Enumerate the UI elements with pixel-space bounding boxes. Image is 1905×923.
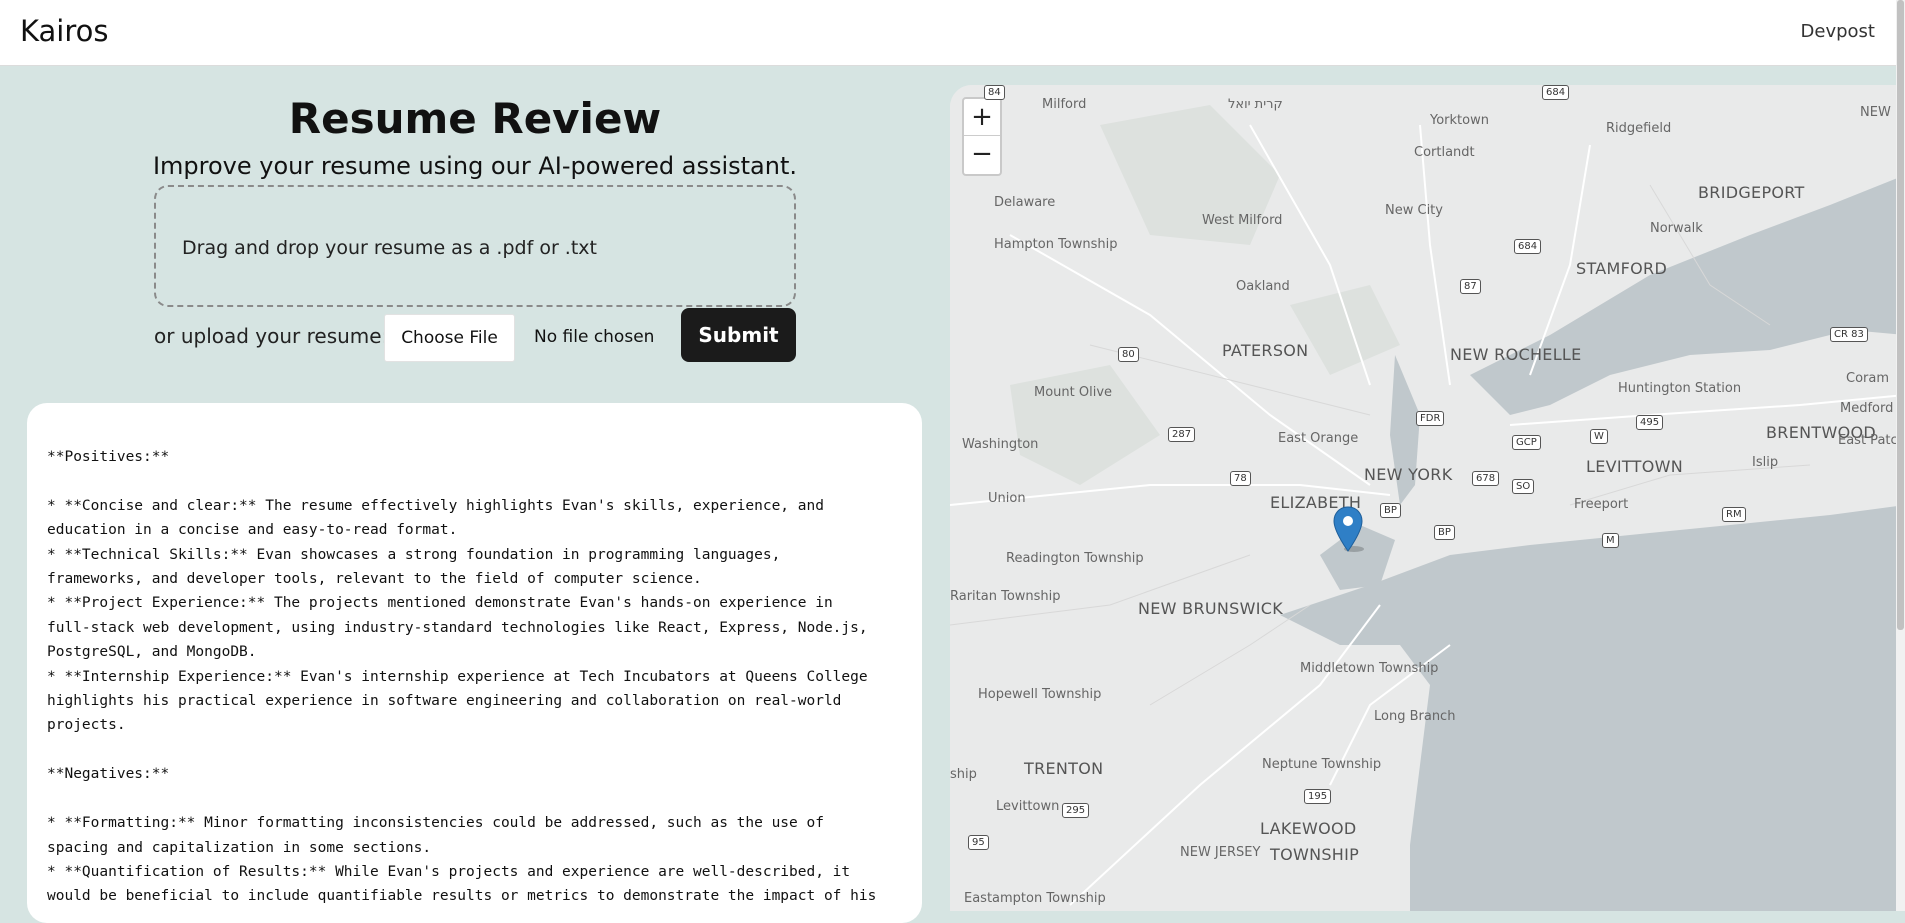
route-shield: 78 [1230,471,1251,486]
route-shield: 84 [984,85,1005,100]
map-label: LAKEWOOD [1260,819,1357,838]
map-label: Oakland [1236,279,1290,294]
map-marker-icon[interactable] [1332,505,1364,553]
route-shield: BP [1380,503,1401,518]
route-shield: 87 [1460,279,1481,294]
map-label: Washington [962,437,1039,452]
map-label: Levittown [996,799,1060,814]
map-label: TOWNSHIP [1270,845,1360,864]
map-label: Readington Township [1006,551,1144,566]
map-label: Union [988,491,1026,506]
map-view[interactable]: + − Milford קרית יואל Yorktown Ridgefiel… [950,85,1905,911]
scrollbar-thumb[interactable] [1897,0,1904,630]
route-shield: BP [1434,525,1455,540]
map-label: New City [1385,203,1443,218]
map-label: Cortlandt [1414,145,1475,160]
map-zoom-control: + − [962,97,1002,176]
route-shield: 195 [1304,789,1332,804]
map-label: Middletown Township [1300,661,1439,676]
route-shield: 495 [1636,415,1664,430]
map-label: West Milford [1202,213,1283,228]
map-label: Coram [1846,371,1890,386]
page-title: Resume Review [288,94,662,143]
brand-logo[interactable]: Kairos [20,14,108,48]
map-label: Huntington Station [1618,381,1742,396]
map-label: East Patchog [1838,433,1905,448]
map-label: NEW ROCHELLE [1450,345,1582,364]
map-label: Eastampton Township [964,891,1106,906]
map-label: LEVITTOWN [1586,457,1684,476]
zoom-out-button[interactable]: − [964,136,1000,173]
zoom-in-button[interactable]: + [964,99,1000,136]
route-shield: GCP [1512,435,1541,450]
upload-label: or upload your resume: [154,324,389,348]
route-shield: 678 [1472,471,1500,486]
map-label: Raritan Township [950,589,1061,604]
map-label: STAMFORD [1576,259,1668,278]
review-result-text: **Positives:** * **Concise and clear:** … [47,449,877,905]
map-label: Long Branch [1374,709,1456,724]
route-shield: 684 [1514,239,1542,254]
route-shield: W [1590,429,1608,444]
review-result-card: **Positives:** * **Concise and clear:** … [27,403,922,923]
map-label: NEW BRUNSWICK [1138,599,1284,618]
choose-file-button[interactable]: Choose File [384,314,515,362]
route-shield: 80 [1118,347,1139,362]
resume-review-panel: Resume Review Improve your resume using … [0,66,950,923]
map-label: Milford [1042,97,1087,112]
page-subtitle: Improve your resume using our AI-powered… [152,152,798,180]
resume-dropzone[interactable]: Drag and drop your resume as a .pdf or .… [154,185,796,307]
route-shield: 95 [968,835,989,850]
map-label: PATERSON [1222,341,1309,360]
map-label: Ridgefield [1606,121,1672,136]
devpost-link[interactable]: Devpost [1801,21,1875,42]
map-label: TRENTON [1024,759,1104,778]
map-label: East Orange [1278,431,1359,446]
map-label: Neptune Township [1262,757,1382,772]
map-label: Yorktown [1430,113,1489,128]
route-shield: RM [1722,507,1746,522]
map-label: Delaware [994,195,1056,210]
map-label: Hopewell Township [978,687,1102,702]
map-label: Islip [1752,455,1779,470]
route-shield: CR 83 [1830,327,1868,342]
route-shield: 295 [1062,803,1090,818]
map-label: Freeport [1574,497,1629,512]
map-label: NEW JERSEY [1180,845,1261,860]
map-label: Mount Olive [1034,385,1113,400]
dropzone-text: Drag and drop your resume as a .pdf or .… [182,237,597,259]
map-label: BRIDGEPORT [1698,183,1805,202]
map-label: Hampton Township [994,237,1118,252]
map-label: Norwalk [1650,221,1703,236]
file-status-text: No file chosen [534,327,655,347]
map-label: Medford [1840,401,1894,416]
page-scrollbar[interactable] [1896,0,1905,911]
submit-button[interactable]: Submit [681,308,796,362]
route-shield: 684 [1542,85,1570,100]
route-shield: 287 [1168,427,1196,442]
map-label: NEW YORK [1364,465,1453,484]
route-shield: M [1602,533,1619,548]
route-shield: SO [1512,479,1535,494]
top-navbar: Kairos Devpost [0,0,1905,66]
map-label: קרית יואל [1228,97,1283,112]
route-shield: FDR [1416,411,1445,426]
map-label: ship [950,767,977,782]
